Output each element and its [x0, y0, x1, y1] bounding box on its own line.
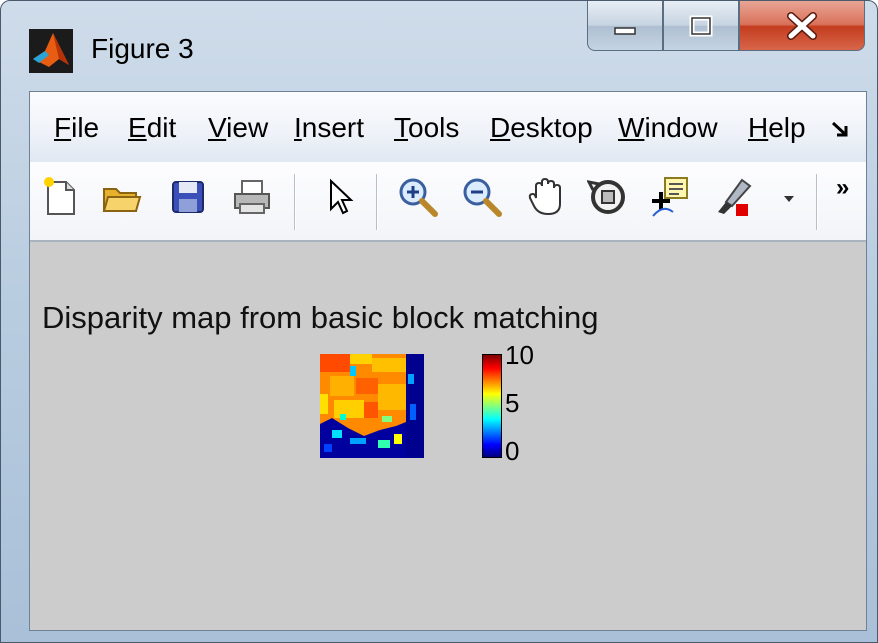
menu-insert[interactable]: Insert [294, 112, 380, 144]
figure-window: Figure 3 File Edit View Insert Tools Des… [0, 0, 878, 643]
select-pointer-button[interactable] [318, 174, 362, 220]
menu-view[interactable]: View [208, 112, 268, 144]
minimize-icon [614, 26, 636, 35]
plot-title: Disparity map from basic block matching [42, 300, 599, 335]
maximize-button[interactable] [663, 1, 739, 51]
dock-arrow-icon[interactable] [830, 120, 850, 138]
toolbar-separator [294, 174, 296, 230]
data-cursor-icon [652, 177, 688, 217]
zoom-in-button[interactable] [396, 174, 440, 220]
zoom-out-icon [463, 178, 502, 217]
save-icon [172, 181, 204, 213]
menu-file[interactable]: File [54, 112, 99, 144]
close-icon [787, 11, 817, 40]
new-figure-icon [44, 177, 75, 215]
minimize-button[interactable] [587, 1, 663, 51]
toolbar-separator [376, 174, 378, 230]
open-file-icon [102, 188, 142, 212]
figure-toolbar: » [30, 162, 866, 242]
pan-hand-icon [528, 177, 561, 216]
colorbar-tick-10: 10 [505, 340, 534, 370]
menu-desktop[interactable]: Desktop [490, 112, 602, 144]
title-bar[interactable]: Figure 3 [1, 1, 877, 83]
close-button[interactable] [739, 1, 865, 51]
window-title: Figure 3 [91, 33, 194, 64]
colorbar-tick-0: 0 [505, 436, 520, 466]
menu-tools[interactable]: Tools [394, 112, 474, 144]
disparity-map-image [320, 354, 424, 458]
pan-button[interactable] [524, 174, 568, 220]
rotate-3d-button[interactable] [586, 174, 630, 220]
open-file-button[interactable] [100, 174, 144, 220]
zoom-in-icon [399, 178, 438, 217]
print-button[interactable] [230, 174, 274, 220]
data-cursor-button[interactable] [648, 174, 692, 220]
brush-button[interactable] [712, 174, 756, 220]
pointer-icon [330, 178, 354, 215]
figure-canvas: Disparity map from basic block matching [30, 242, 866, 630]
colorbar-tick-5: 5 [505, 388, 520, 418]
brush-icon [718, 178, 752, 216]
zoom-out-button[interactable] [460, 174, 504, 220]
colorbar [482, 354, 502, 458]
rotate-3d-icon [587, 180, 625, 214]
matlab-icon [29, 29, 73, 73]
figure-client-area: File Edit View Insert Tools Desktop Wind… [29, 91, 867, 631]
brush-dropdown-icon[interactable] [782, 194, 796, 204]
toolbar-overflow-button[interactable]: » [836, 174, 849, 202]
new-figure-button[interactable] [38, 174, 82, 220]
toolbar-separator [816, 174, 818, 230]
menu-help[interactable]: Help [748, 112, 806, 144]
maximize-icon [689, 15, 713, 36]
menu-edit[interactable]: Edit [128, 112, 176, 144]
save-button[interactable] [166, 174, 210, 220]
menu-window[interactable]: Window [618, 112, 730, 144]
caption-buttons [587, 1, 865, 53]
menu-bar: File Edit View Insert Tools Desktop Wind… [30, 92, 866, 163]
print-icon [234, 180, 270, 214]
